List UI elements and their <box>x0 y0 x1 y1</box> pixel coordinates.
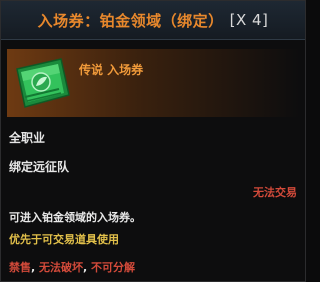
ticket-icon <box>16 58 70 108</box>
item-count: [X 4] <box>229 11 269 29</box>
item-title: 入场券：铂金领域（绑定） <box>37 11 224 30</box>
trade-status: 无法交易 <box>253 186 297 199</box>
restriction-flags: 禁售, 无法破坏, 不可分解 <box>9 259 135 275</box>
usage-note: 优先于可交易道具使用 <box>9 233 119 246</box>
item-description: 可进入铂金领域的入场券。 <box>9 211 141 224</box>
tooltip-header: 入场券：铂金领域（绑定） [X 4] <box>1 1 305 40</box>
item-tooltip: 入场券：铂金领域（绑定） [X 4] 传说 入场券 全职业 绑定远征队 无法交易… <box>0 0 306 282</box>
flag-separator: , <box>31 261 40 274</box>
flag-no-sale: 禁售 <box>9 261 31 274</box>
rarity-label: 传说 入场券 <box>79 63 144 77</box>
flag-separator: , <box>83 261 92 274</box>
class-restriction: 全职业 <box>9 131 46 145</box>
flag-no-disassemble: 不可分解 <box>91 261 136 274</box>
binding-info: 绑定远征队 <box>9 160 70 174</box>
flag-indestructible: 无法破坏 <box>39 261 84 274</box>
